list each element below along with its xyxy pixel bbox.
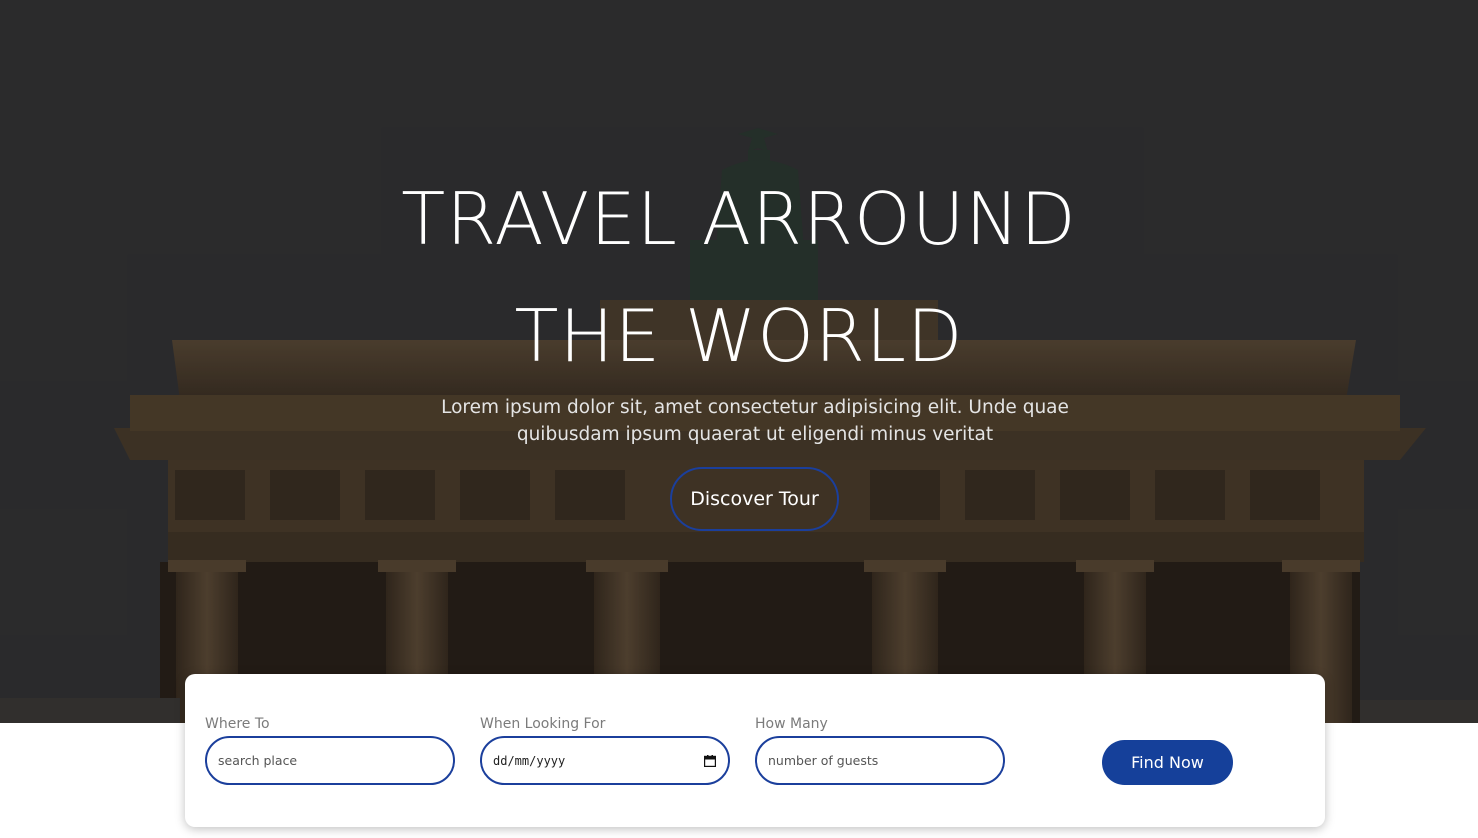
hero-title-line-2: THE WORLD	[514, 294, 964, 378]
search-form-card: Where To search place When Looking For d…	[185, 674, 1325, 827]
when-label: When Looking For	[480, 716, 606, 732]
search-place-placeholder: search place	[218, 753, 298, 768]
hero-section: TRAVEL ARROUND THE WORLD Lorem ipsum dol…	[0, 0, 1478, 723]
hero-title-line-1: TRAVEL ARROUND	[401, 177, 1077, 261]
where-to-label: Where To	[205, 716, 270, 732]
date-value: dd/mm/yyyy	[493, 753, 566, 768]
find-now-button[interactable]: Find Now	[1102, 740, 1233, 785]
hero-subtitle: Lorem ipsum dolor sit, amet consectetur …	[441, 397, 1069, 445]
date-input[interactable]: dd/mm/yyyy	[480, 736, 730, 785]
discover-tour-button[interactable]: Discover Tour	[670, 467, 839, 531]
search-place-input[interactable]: search place	[205, 736, 455, 785]
calendar-icon[interactable]	[703, 754, 717, 767]
guests-placeholder: number of guests	[768, 753, 879, 768]
guests-input[interactable]: number of guests	[755, 736, 1005, 785]
how-many-label: How Many	[755, 716, 828, 732]
